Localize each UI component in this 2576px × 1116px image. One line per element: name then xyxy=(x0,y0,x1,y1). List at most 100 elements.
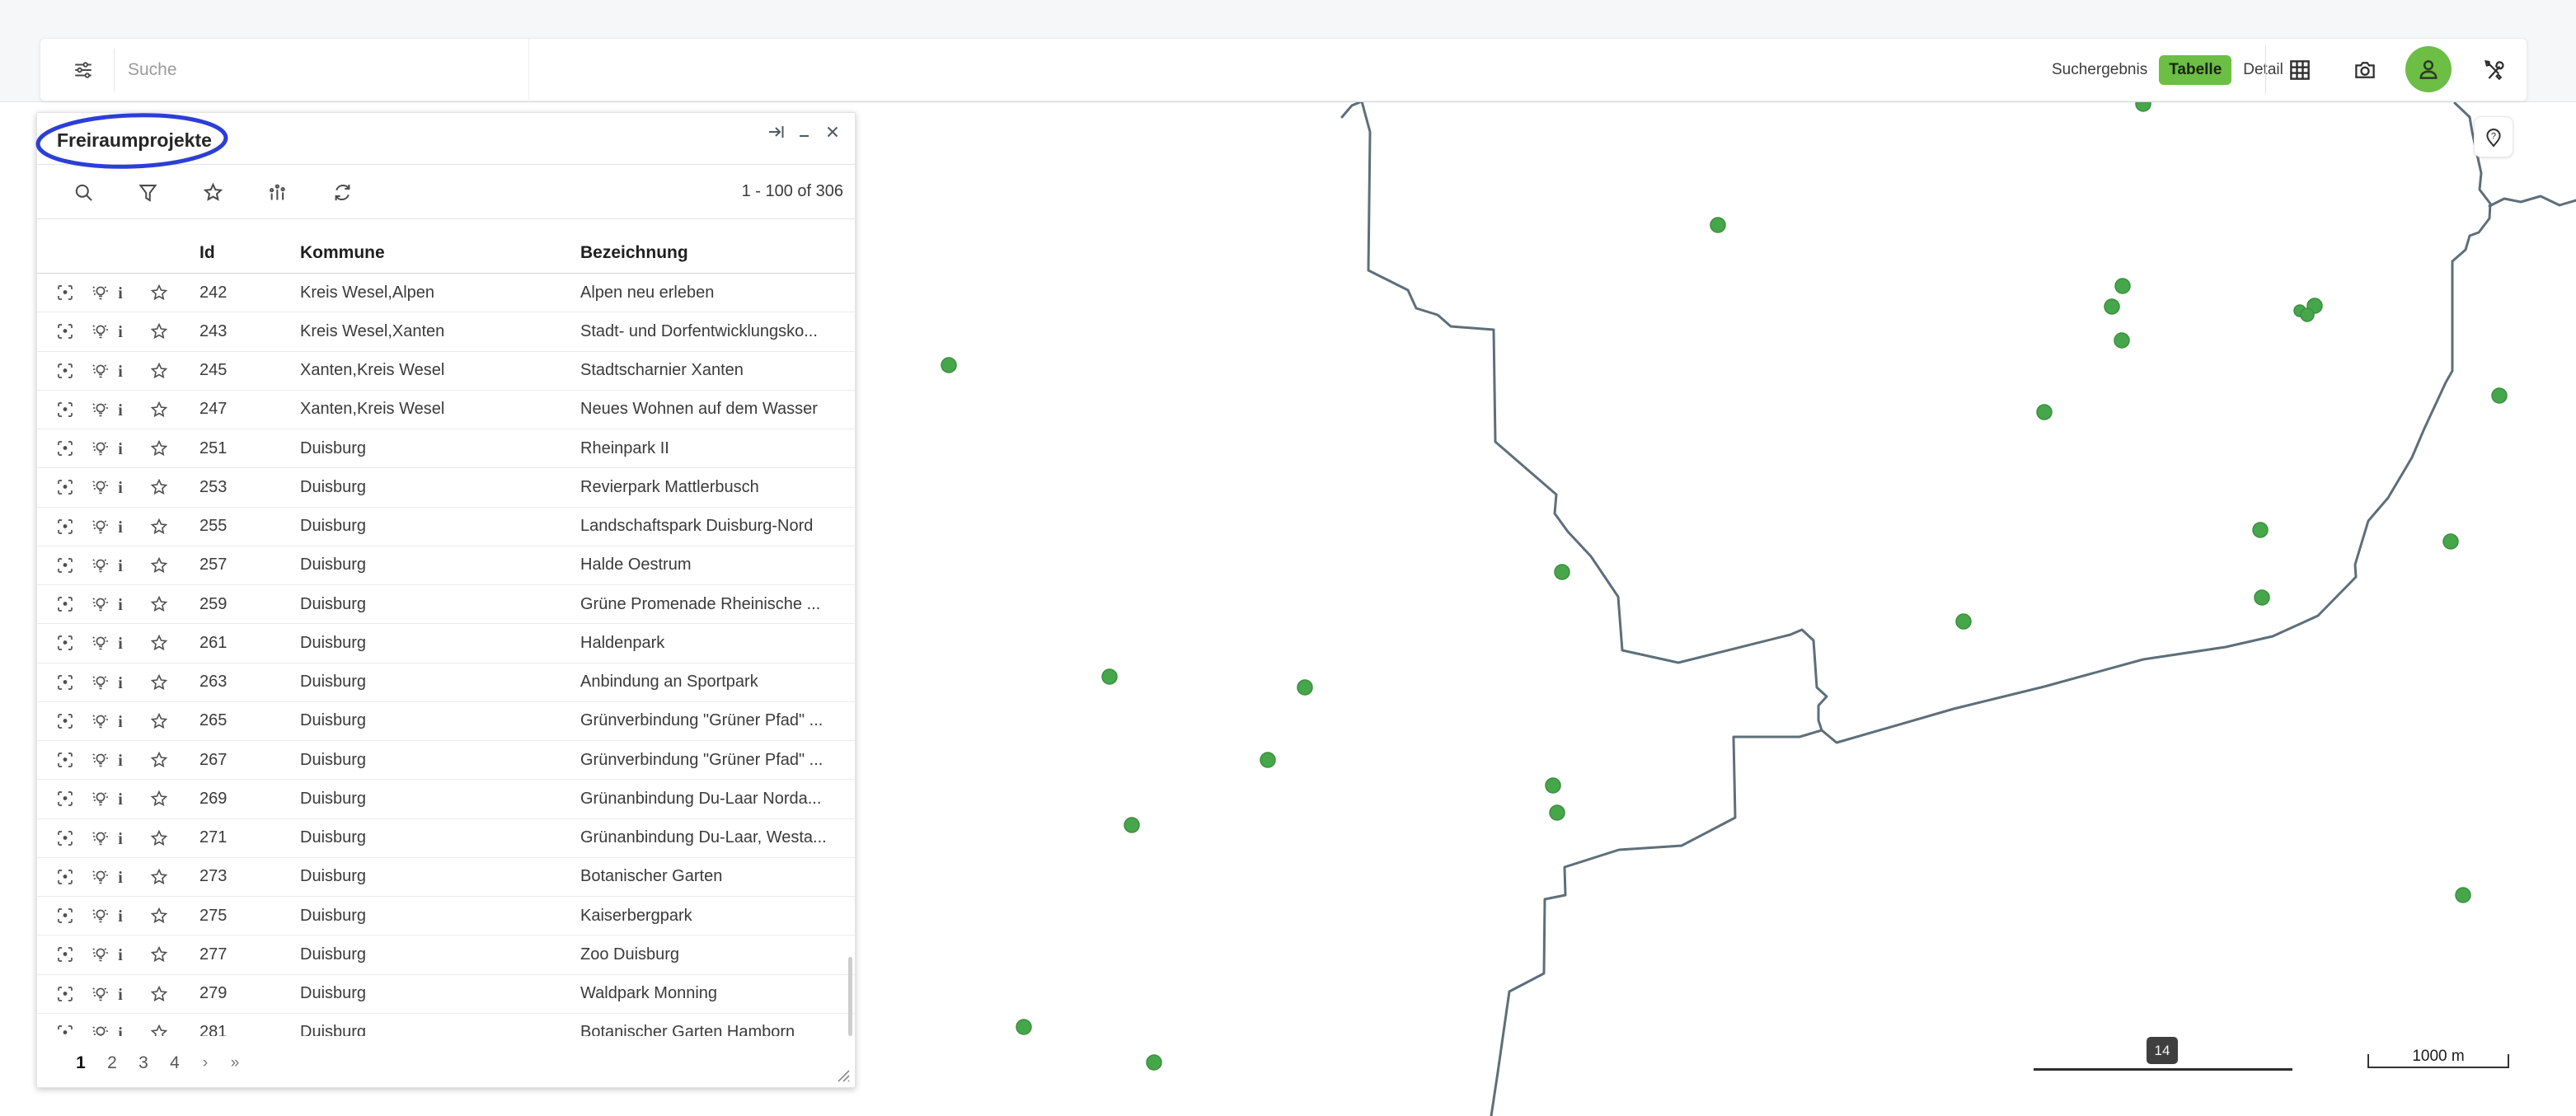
favorite-star-icon[interactable] xyxy=(149,283,169,302)
table-row[interactable]: i 253 Duisburg Revierpark Mattlerbusch xyxy=(37,468,855,507)
map-marker[interactable] xyxy=(1550,805,1565,820)
zoom-to-feature-icon[interactable] xyxy=(55,517,75,537)
favorite-star-icon[interactable] xyxy=(149,750,169,770)
info-icon[interactable]: i xyxy=(110,828,130,848)
page-button[interactable]: 1 xyxy=(65,1053,96,1073)
favorite-star-icon[interactable] xyxy=(149,1023,169,1036)
map-marker[interactable] xyxy=(2104,299,2119,314)
map-marker[interactable] xyxy=(2253,523,2268,537)
table-row[interactable]: i 242 Kreis Wesel,Alpen Alpen neu erlebe… xyxy=(37,274,855,312)
highlight-icon[interactable] xyxy=(90,906,110,926)
table-row[interactable]: i 281 Duisburg Botanischer Garten Hambor… xyxy=(37,1014,855,1036)
zoom-to-feature-icon[interactable] xyxy=(55,673,75,692)
highlight-icon[interactable] xyxy=(90,438,110,458)
map-marker[interactable] xyxy=(2115,279,2130,293)
panel-resize-handle[interactable] xyxy=(832,1064,850,1082)
info-icon[interactable]: i xyxy=(110,400,130,420)
table-row[interactable]: i 261 Duisburg Haldenpark xyxy=(37,624,855,663)
search-options-button[interactable] xyxy=(65,54,101,87)
table-row[interactable]: i 255 Duisburg Landschaftspark Duisburg-… xyxy=(37,508,855,546)
info-icon[interactable]: i xyxy=(110,321,130,341)
zoom-to-feature-icon[interactable] xyxy=(55,984,75,1004)
highlight-icon[interactable] xyxy=(90,477,110,497)
info-icon[interactable]: i xyxy=(110,984,130,1004)
map-marker[interactable] xyxy=(1297,680,1312,695)
info-icon[interactable]: i xyxy=(110,633,130,653)
table-row[interactable]: i 269 Duisburg Grünanbindung Du-Laar Nor… xyxy=(37,780,855,818)
info-icon[interactable]: i xyxy=(110,867,130,887)
zoom-to-feature-icon[interactable] xyxy=(55,556,75,575)
table-row[interactable]: i 271 Duisburg Grünanbindung Du-Laar, We… xyxy=(37,819,855,858)
highlight-icon[interactable] xyxy=(90,321,110,341)
favorite-star-icon[interactable] xyxy=(149,906,169,926)
table-row[interactable]: i 267 Duisburg Grünverbindung "Grüner Pf… xyxy=(37,741,855,780)
map-marker[interactable] xyxy=(1546,778,1560,793)
next-page-button[interactable]: › xyxy=(190,1054,220,1072)
info-icon[interactable]: i xyxy=(110,945,130,964)
highlight-icon[interactable] xyxy=(90,517,110,537)
identify-pin-button[interactable]: ? xyxy=(2474,116,2513,157)
last-page-button[interactable]: » xyxy=(220,1054,250,1072)
map-marker[interactable] xyxy=(1147,1055,1161,1070)
table-scrollbar[interactable] xyxy=(848,957,852,1036)
highlight-icon[interactable] xyxy=(90,633,110,653)
table-row[interactable]: i 257 Duisburg Halde Oestrum xyxy=(37,546,855,585)
tools-button[interactable] xyxy=(2475,53,2512,87)
zoom-to-feature-icon[interactable] xyxy=(55,789,75,809)
favorite-star-icon[interactable] xyxy=(149,867,169,887)
favorite-star-icon[interactable] xyxy=(149,984,169,1004)
info-icon[interactable]: i xyxy=(110,789,130,809)
highlight-icon[interactable] xyxy=(90,361,110,381)
info-icon[interactable]: i xyxy=(110,517,130,537)
zoom-to-feature-icon[interactable] xyxy=(55,438,75,458)
highlight-icon[interactable] xyxy=(90,1023,110,1036)
page-button[interactable]: 4 xyxy=(159,1053,190,1073)
table-row[interactable]: i 245 Xanten,Kreis Wesel Stadtscharnier … xyxy=(37,352,855,391)
zoom-to-feature-icon[interactable] xyxy=(55,400,75,420)
favorite-star-icon[interactable] xyxy=(149,594,169,614)
info-icon[interactable]: i xyxy=(110,556,130,575)
table-row[interactable]: i 243 Kreis Wesel,Xanten Stadt- und Dorf… xyxy=(37,312,855,351)
map-marker[interactable] xyxy=(2456,888,2470,903)
page-button[interactable]: 2 xyxy=(96,1053,128,1073)
info-icon[interactable]: i xyxy=(110,594,130,614)
dock-panel-button[interactable] xyxy=(764,120,789,144)
screenshot-button[interactable] xyxy=(2347,53,2383,87)
highlight-icon[interactable] xyxy=(90,789,110,809)
column-kommune[interactable]: Kommune xyxy=(300,243,580,263)
highlight-icon[interactable] xyxy=(90,984,110,1004)
favorite-star-icon[interactable] xyxy=(149,673,169,692)
zoom-to-feature-icon[interactable] xyxy=(55,283,75,302)
info-icon[interactable]: i xyxy=(110,438,130,458)
info-icon[interactable]: i xyxy=(110,673,130,692)
map-marker[interactable] xyxy=(2301,308,2314,321)
favorite-star-icon[interactable] xyxy=(149,711,169,731)
map-marker[interactable] xyxy=(1260,753,1275,767)
refresh-button[interactable] xyxy=(326,176,359,209)
map-marker[interactable] xyxy=(2492,388,2507,403)
info-icon[interactable]: i xyxy=(110,1023,130,1036)
map-marker[interactable] xyxy=(2037,405,2052,420)
zoom-to-feature-icon[interactable] xyxy=(55,477,75,497)
zoom-to-feature-icon[interactable] xyxy=(55,945,75,964)
highlight-icon[interactable] xyxy=(90,711,110,731)
favorite-star-icon[interactable] xyxy=(149,438,169,458)
info-icon[interactable]: i xyxy=(110,477,130,497)
zoom-to-feature-icon[interactable] xyxy=(55,1023,75,1036)
highlight-icon[interactable] xyxy=(90,867,110,887)
favorite-star-icon[interactable] xyxy=(149,400,169,420)
table-search-button[interactable] xyxy=(67,176,100,209)
info-icon[interactable]: i xyxy=(110,361,130,381)
info-icon[interactable]: i xyxy=(110,283,130,302)
search-input[interactable] xyxy=(126,39,517,101)
favorite-star-icon[interactable] xyxy=(149,477,169,497)
view-suchergebnis[interactable]: Suchergebnis xyxy=(2052,61,2147,79)
favorite-star-icon[interactable] xyxy=(149,361,169,381)
map-marker[interactable] xyxy=(2443,534,2458,549)
favorite-star-icon[interactable] xyxy=(149,789,169,809)
favorite-star-icon[interactable] xyxy=(149,321,169,341)
map-marker[interactable] xyxy=(2114,333,2129,348)
favorite-star-icon[interactable] xyxy=(149,945,169,964)
favorite-star-icon[interactable] xyxy=(149,828,169,848)
zoom-to-feature-icon[interactable] xyxy=(55,711,75,731)
